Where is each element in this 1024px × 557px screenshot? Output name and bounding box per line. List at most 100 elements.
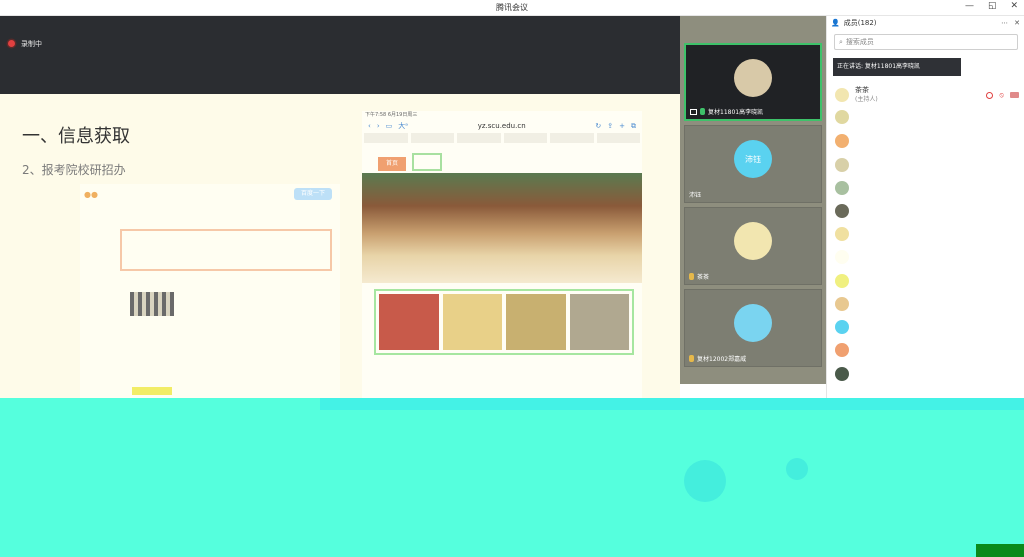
presentation-slide: 一、信息获取 2、报考院校研招办 ●● 百度一下 下午7:58 6月19日周三 …	[0, 94, 680, 414]
member-row[interactable]	[835, 132, 1019, 150]
member-role: (主持人)	[855, 96, 878, 103]
highlighted-nav	[412, 153, 442, 171]
avatar	[734, 304, 772, 342]
gallery-photo	[379, 294, 439, 350]
overlay-blob	[684, 460, 726, 502]
search-icon: ⌕	[839, 37, 843, 46]
close-icon[interactable]: ✕	[1010, 1, 1018, 11]
avatar	[835, 158, 849, 172]
avatar	[835, 367, 849, 381]
book-icon: ▭	[385, 122, 393, 130]
title-bar: 腾讯会议 — ◱ ✕	[0, 0, 1024, 16]
member-row[interactable]	[835, 318, 1019, 336]
mic-icon	[700, 108, 705, 115]
video-tile[interactable]: 复材12002郑嘉威	[684, 289, 822, 367]
forward-icon: ›	[376, 122, 380, 130]
result-thumbnail	[130, 292, 174, 316]
avatar	[734, 59, 772, 97]
overlay-strip	[0, 398, 1024, 557]
browser-tab	[503, 133, 547, 143]
minimize-icon[interactable]: —	[965, 1, 974, 11]
member-row[interactable]	[835, 248, 1019, 266]
mic-icon	[689, 355, 694, 362]
corner-marker	[976, 544, 1024, 557]
member-name: 茶茶	[855, 86, 869, 94]
campus-gate-image	[362, 173, 642, 283]
tile-name: 复材11801高李晓凯	[690, 107, 763, 116]
highlighted-gallery	[374, 289, 634, 355]
screen-share-icon	[690, 108, 697, 115]
browser-tab	[457, 133, 501, 143]
restore-icon[interactable]: ◱	[988, 1, 997, 11]
members-header: 👤 成员(182) ⋯ ✕	[827, 16, 1024, 30]
video-tile[interactable]: 沛钰 沛钰	[684, 125, 822, 203]
member-row[interactable]	[835, 295, 1019, 313]
member-row[interactable]	[835, 108, 1019, 126]
close-panel-icon[interactable]: ✕	[1014, 19, 1020, 27]
member-row[interactable]	[835, 272, 1019, 290]
member-row[interactable]	[835, 202, 1019, 220]
add-tab-icon: +	[619, 122, 625, 130]
search-placeholder: 搜索成员	[845, 38, 874, 46]
reload-icon: ↻	[595, 122, 602, 130]
avatar	[835, 181, 849, 195]
browser-tab	[550, 133, 594, 143]
video-tile[interactable]: 茶茶	[684, 207, 822, 285]
avatar	[835, 110, 849, 124]
avatar	[835, 320, 849, 334]
window-title: 腾讯会议	[496, 3, 528, 12]
member-row[interactable]	[835, 225, 1019, 243]
video-tile-speaker[interactable]: 复材11801高李晓凯	[684, 43, 822, 121]
more-icon[interactable]: ⋯	[1001, 19, 1008, 27]
search-button: 百度一下	[294, 188, 332, 200]
member-row[interactable]	[835, 341, 1019, 359]
recording-icon	[8, 40, 15, 47]
members-panel: 👤 成员(182) ⋯ ✕ ⌕ 搜索成员 正在讲话: 复材11801高李晓凯 茶…	[826, 16, 1024, 400]
user-icon: 👤	[831, 19, 840, 27]
recording-bar: 录制中	[0, 16, 680, 94]
back-icon: ‹	[368, 122, 371, 130]
share-icon: ⇪	[607, 122, 614, 130]
baidu-logo-icon: ●●	[84, 190, 98, 199]
site-nav-home: 首页	[378, 157, 406, 171]
browser-toolbar: ‹ › ▭ 大ᵃ yz.scu.edu.cn ↻ ⇪ + ⧉	[362, 119, 642, 133]
speaking-tooltip: 正在讲话: 复材11801高李晓凯	[833, 58, 961, 76]
recording-status-icon	[986, 91, 994, 99]
tile-name: 茶茶	[689, 272, 709, 281]
gallery-photo	[506, 294, 566, 350]
member-row[interactable]	[835, 179, 1019, 197]
camera-off-icon[interactable]	[1010, 92, 1019, 98]
avatar	[835, 274, 849, 288]
overlay-bar	[320, 398, 1024, 410]
member-row-host[interactable]: 茶茶 (主持人) ⦸	[835, 84, 1019, 106]
members-title: 成员(182)	[843, 19, 877, 27]
url-text: yz.scu.edu.cn	[477, 122, 526, 130]
member-row[interactable]	[835, 365, 1019, 383]
avatar	[835, 88, 849, 102]
mic-icon	[689, 273, 694, 280]
member-search-input[interactable]: ⌕ 搜索成员	[834, 34, 1018, 50]
overlay-blob	[786, 458, 808, 480]
avatar	[734, 222, 772, 260]
avatar	[835, 297, 849, 311]
avatar	[835, 227, 849, 241]
video-gallery: 复材11801高李晓凯 沛钰 沛钰 茶茶 复材12002郑嘉威	[680, 16, 826, 384]
window-controls: — ◱ ✕	[965, 1, 1018, 11]
gallery-photo	[442, 294, 502, 350]
mic-muted-icon[interactable]: ⦸	[999, 91, 1004, 100]
slide-subtitle: 2、报考院校研招办	[22, 163, 126, 177]
tile-name: 复材12002郑嘉威	[689, 354, 746, 363]
avatar	[835, 343, 849, 357]
browser-tab	[364, 133, 408, 143]
tile-name: 沛钰	[689, 192, 702, 199]
browser-tabs	[362, 133, 642, 143]
gallery-photo	[569, 294, 629, 350]
browser-tab	[596, 133, 640, 143]
member-row[interactable]	[835, 156, 1019, 174]
recording-label[interactable]: 录制中	[21, 39, 42, 49]
status-bar: 下午7:58 6月19日周三	[365, 112, 418, 118]
browser-screenshot: 下午7:58 6月19日周三 ‹ › ▭ 大ᵃ yz.scu.edu.cn ↻ …	[362, 111, 642, 411]
avatar	[835, 134, 849, 148]
highlighted-result	[120, 229, 332, 271]
avatar: 沛钰	[734, 140, 772, 178]
